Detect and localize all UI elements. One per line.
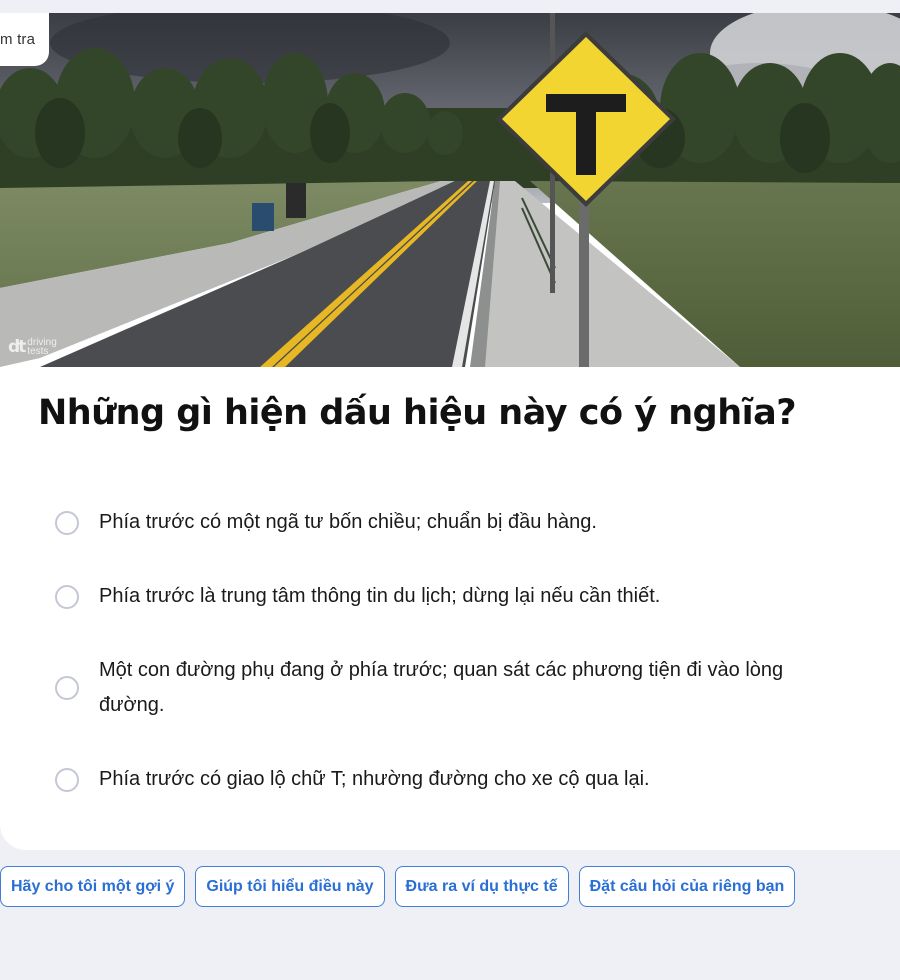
explain-chip-button[interactable]: Giúp tôi hiểu điều này <box>195 866 385 907</box>
answer-option-label: Phía trước có giao lộ chữ T; nhường đườn… <box>99 768 650 790</box>
quiz-label-tag: m tra <box>0 13 50 66</box>
answer-option-label: Một con đường phụ đang ở phía trước; qua… <box>99 659 784 716</box>
quiz-label-text: m tra <box>0 31 36 48</box>
watermark-text: driving tests <box>27 337 57 357</box>
answer-option-1[interactable]: Phía trước có một ngã tư bốn chiều; chuẩ… <box>55 505 819 540</box>
answer-option-label: Phía trước là trung tâm thông tin du lịc… <box>99 585 661 607</box>
ask-question-chip-button[interactable]: Đặt câu hỏi của riêng bạn <box>578 866 796 907</box>
question-image <box>0 13 900 367</box>
radio-button[interactable] <box>55 767 79 792</box>
ai-help-chips: Hãy cho tôi một gợi ý Giúp tôi hiểu điều… <box>0 866 796 907</box>
radio-button[interactable] <box>55 584 79 609</box>
example-chip-button[interactable]: Đưa ra ví dụ thực tế <box>394 866 569 907</box>
radio-button[interactable] <box>55 676 79 700</box>
answer-option-label: Phía trước có một ngã tư bốn chiều; chuẩ… <box>99 511 597 533</box>
image-watermark: dt driving tests <box>8 336 67 357</box>
hint-chip-button[interactable]: Hãy cho tôi một gợi ý <box>0 866 186 907</box>
answer-option-2[interactable]: Phía trước là trung tâm thông tin du lịc… <box>55 579 819 614</box>
answer-option-4[interactable]: Phía trước có giao lộ chữ T; nhường đườn… <box>55 762 819 797</box>
watermark-logo: dt <box>8 336 26 357</box>
answer-option-3[interactable]: Một con đường phụ đang ở phía trước; qua… <box>55 653 819 723</box>
radio-button[interactable] <box>55 510 79 535</box>
question-title: Những gì hiện dấu hiệu này có ý nghĩa? <box>38 393 797 433</box>
